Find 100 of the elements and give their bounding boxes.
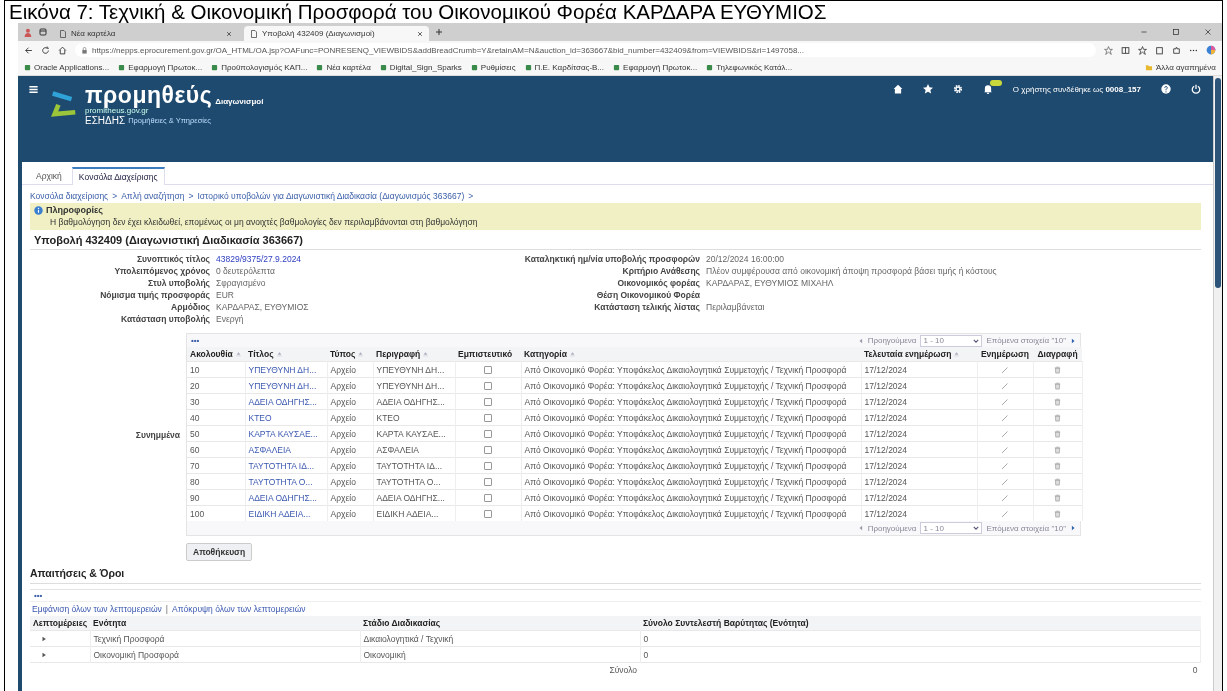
- breadcrumb-link[interactable]: Κονσόλα διαχείρισης: [30, 191, 109, 201]
- bookmark-link[interactable]: Τηλεφωνικός Κατάλ...: [706, 62, 793, 72]
- confidential-checkbox[interactable]: [484, 429, 492, 438]
- previous-arrow-icon[interactable]: [857, 525, 864, 531]
- confidential-checkbox[interactable]: [484, 477, 492, 486]
- tab-actions-icon[interactable]: [39, 28, 47, 36]
- maximize-icon[interactable]: [1172, 28, 1180, 36]
- hide-all-link[interactable]: Απόκρυψη όλων των λεπτομερειών: [172, 604, 306, 614]
- profile-icon[interactable]: [24, 27, 33, 37]
- trash-icon[interactable]: [1054, 397, 1061, 406]
- table-cell: 90: [190, 492, 200, 503]
- save-button[interactable]: Αποθήκευση: [186, 543, 253, 561]
- extension-icon[interactable]: [1172, 45, 1181, 55]
- expand-triangle-icon[interactable]: [41, 651, 47, 658]
- trash-icon[interactable]: [1054, 477, 1061, 486]
- file-link[interactable]: ΕΙΔΙΚΗ ΑΔΕΙΑ...: [248, 508, 311, 519]
- trash-icon[interactable]: [1054, 493, 1061, 502]
- confidential-checkbox[interactable]: [484, 381, 492, 390]
- bookmark-link[interactable]: Εφαρμογή Πρωτοκ...: [613, 62, 698, 72]
- confidential-checkbox[interactable]: [484, 509, 492, 518]
- bookmark-link[interactable]: Προϋπολογισμός ΚΑΠ...: [211, 62, 308, 72]
- trash-icon[interactable]: [1054, 381, 1061, 390]
- menu-icon[interactable]: [28, 84, 39, 95]
- close-icon[interactable]: [226, 30, 232, 37]
- file-link[interactable]: ΑΣΦΑΛΕΙΑ: [248, 444, 291, 455]
- trash-icon[interactable]: [1054, 429, 1061, 438]
- file-link[interactable]: ΤΑΥΤΟΤΗΤΑ Ο...: [248, 476, 313, 487]
- file-link[interactable]: ΑΔΕΙΑ ΟΔΗΓΗΣ...: [248, 492, 317, 503]
- settings-icon[interactable]: [952, 84, 963, 94]
- table-cell: 100: [190, 508, 205, 519]
- sort-icon[interactable]: [275, 351, 283, 357]
- range-dropdown[interactable]: 1 - 10: [920, 522, 983, 534]
- back-icon[interactable]: [24, 45, 33, 55]
- sort-icon[interactable]: [953, 351, 961, 357]
- breadcrumb-link[interactable]: Απλή αναζήτηση: [121, 191, 185, 201]
- file-link[interactable]: ΤΑΥΤΟΤΗΤΑ ΙΔ...: [248, 460, 314, 471]
- confidential-checkbox[interactable]: [484, 461, 492, 470]
- home-icon[interactable]: [58, 45, 67, 55]
- trash-icon[interactable]: [1054, 445, 1061, 454]
- bookmark-link[interactable]: Oracle Applications...: [24, 62, 110, 72]
- table-cell: 17/12/2024: [864, 380, 908, 391]
- bookmark-link[interactable]: Εφαρμογή Πρωτοκ...: [118, 62, 203, 72]
- nav-tab[interactable]: Κονσόλα Διαχείρισης: [71, 167, 165, 185]
- home-icon[interactable]: [892, 84, 903, 94]
- trash-icon[interactable]: [1054, 461, 1061, 470]
- file-link[interactable]: ΥΠΕΥΘΥΝΗ ΔΗ...: [248, 364, 317, 375]
- other-bookmarks-link[interactable]: Άλλα αγαπημένα: [1144, 62, 1216, 72]
- bookmark-link[interactable]: Νέα καρτέλα: [316, 62, 371, 72]
- browser-tab[interactable]: Υποβολή 432409 (Διαγωνισμοί): [244, 26, 429, 41]
- table-cell: Αρχείο: [330, 476, 356, 487]
- bookmark-link[interactable]: Digital_Sign_Sparks: [379, 62, 462, 72]
- refresh-icon[interactable]: [41, 45, 50, 55]
- confidential-checkbox[interactable]: [484, 413, 492, 422]
- address-bar[interactable]: https://nepps.eprocurement.gov.gr/OA_HTML/OA.jsp?OAFunc=PONRESENQ_VIEWBIDS&addBreadCrumb=Y&retainAM=N&auction_id=363667&bid_number=432409&from=VIEWBIDS&ri=1497058...: [75, 43, 1096, 57]
- file-link[interactable]: ΑΔΕΙΑ ΟΔΗΓΗΣ...: [248, 396, 317, 407]
- previous-link[interactable]: Προηγούμενα: [867, 523, 917, 533]
- file-link[interactable]: ΚΤΕΟ: [248, 412, 272, 423]
- trash-icon[interactable]: [1054, 365, 1061, 374]
- range-dropdown[interactable]: 1 - 10: [920, 334, 983, 347]
- trash-icon[interactable]: [1054, 509, 1061, 518]
- star-outline-icon[interactable]: [1104, 45, 1113, 55]
- file-link[interactable]: ΚΑΡΤΑ ΚΑΥΣΑΕ...: [248, 428, 318, 439]
- table-menu[interactable]: •••: [191, 336, 200, 345]
- confidential-checkbox[interactable]: [484, 445, 492, 454]
- favorites-icon[interactable]: [1138, 45, 1147, 55]
- bookmark-link[interactable]: Ρυθμίσεις: [470, 62, 516, 72]
- next-arrow-icon[interactable]: [1070, 337, 1076, 344]
- previous-link[interactable]: Προηγούμενα: [867, 336, 917, 345]
- bookmark-link[interactable]: Π.Ε. Καρδίτσας-Β...: [524, 62, 605, 72]
- nav-tab[interactable]: Αρχική: [30, 168, 68, 184]
- browser-tab[interactable]: Νέα καρτέλα: [53, 26, 238, 41]
- next-arrow-icon[interactable]: [1070, 525, 1076, 531]
- split-screen-icon[interactable]: [1121, 45, 1130, 55]
- next-link[interactable]: Επόμενα στοιχεία "10": [986, 336, 1066, 345]
- previous-arrow-icon[interactable]: [857, 337, 864, 344]
- table-menu[interactable]: •••: [34, 591, 43, 600]
- copilot-icon[interactable]: [1206, 45, 1216, 55]
- next-link[interactable]: Επόμενα στοιχεία "10": [986, 523, 1066, 533]
- scrollbar[interactable]: [1213, 76, 1222, 691]
- sort-icon[interactable]: [422, 351, 430, 357]
- close-icon[interactable]: [417, 30, 423, 37]
- star-icon[interactable]: [922, 84, 933, 94]
- sort-icon[interactable]: [234, 351, 242, 357]
- new-tab-icon[interactable]: [435, 28, 443, 36]
- expand-triangle-icon[interactable]: [41, 635, 47, 642]
- confidential-checkbox[interactable]: [484, 397, 492, 406]
- confidential-checkbox[interactable]: [484, 493, 492, 502]
- sort-icon[interactable]: [568, 351, 576, 357]
- file-link[interactable]: ΥΠΕΥΘΥΝΗ ΔΗ...: [248, 380, 317, 391]
- close-icon[interactable]: [1204, 28, 1212, 36]
- bell-icon[interactable]: [982, 84, 993, 94]
- help-icon[interactable]: [1161, 84, 1171, 94]
- field-link[interactable]: 43829/9375/27.9.2024: [216, 254, 500, 265]
- minimize-icon[interactable]: [1140, 28, 1148, 36]
- power-icon[interactable]: [1191, 84, 1201, 94]
- show-all-link[interactable]: Εμφάνιση όλων των λεπτομερειών: [32, 604, 162, 614]
- breadcrumb-link[interactable]: Ιστορικό υποβολών για Διαγωνιστική Διαδικασία (Διαγωνισμός 363667): [197, 191, 465, 201]
- sort-icon[interactable]: [357, 351, 365, 357]
- confidential-checkbox[interactable]: [484, 365, 492, 374]
- trash-icon[interactable]: [1054, 413, 1061, 422]
